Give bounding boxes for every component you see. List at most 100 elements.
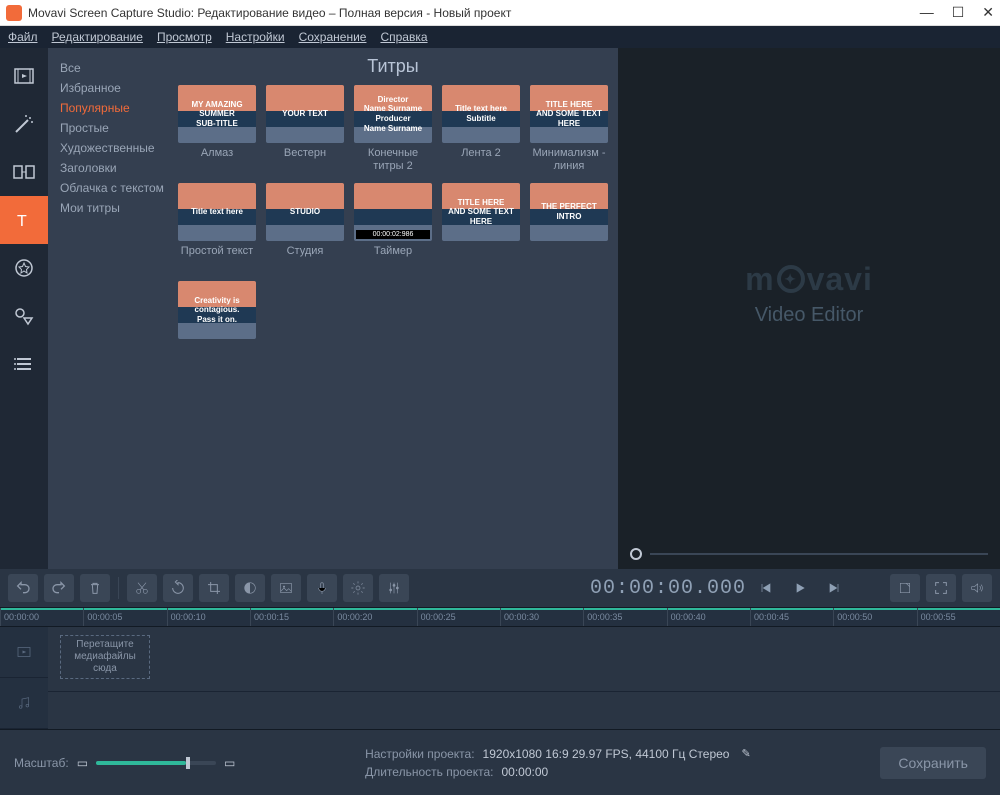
menu-file[interactable]: Файл xyxy=(8,30,38,44)
title-thumbnail[interactable]: STUDIOСтудия xyxy=(266,183,344,271)
ruler-tick[interactable]: 00:00:15 xyxy=(250,608,333,626)
title-thumbnail[interactable]: Title text hereSubtitleЛента 2 xyxy=(442,85,520,173)
timecode-display: 00:00:00.000 xyxy=(590,577,746,600)
project-settings-value: 1920x1080 16:9 29.97 FPS, 44100 Гц Стере… xyxy=(483,747,730,761)
scrub-bar[interactable] xyxy=(618,539,1000,569)
project-settings-label: Настройки проекта: xyxy=(365,747,474,761)
shapes-icon xyxy=(12,304,36,328)
tool-rail: T xyxy=(0,48,48,569)
ruler-tick[interactable]: 00:00:50 xyxy=(833,608,916,626)
menu-settings[interactable]: Настройки xyxy=(226,30,285,44)
gallery-heading: Титры xyxy=(168,48,618,81)
playhead-dot[interactable] xyxy=(630,548,642,560)
preview-stage: m✦vavi Video Editor xyxy=(618,48,1000,539)
window-title: Movavi Screen Capture Studio: Редактиров… xyxy=(28,6,511,20)
menu-help[interactable]: Справка xyxy=(380,30,427,44)
ruler-tick[interactable]: 00:00:05 xyxy=(83,608,166,626)
cut-button[interactable] xyxy=(127,574,157,602)
title-thumbnail[interactable]: TITLE HEREAND SOME TEXT HERE xyxy=(442,183,520,271)
menu-view[interactable]: Просмотр xyxy=(157,30,212,44)
ruler-tick[interactable]: 00:00:25 xyxy=(417,608,500,626)
next-frame-button[interactable] xyxy=(820,575,848,601)
crop-button[interactable] xyxy=(199,574,229,602)
category-item[interactable]: Заголовки xyxy=(60,158,168,178)
category-item[interactable]: Все xyxy=(60,58,168,78)
timeline-ruler[interactable]: 00:00:0000:00:0500:00:1000:00:1500:00:20… xyxy=(0,607,1000,627)
category-item[interactable]: Простые xyxy=(60,118,168,138)
thumb-overlay-text: YOUR TEXT xyxy=(266,85,344,143)
volume-button[interactable] xyxy=(962,574,992,602)
menu-save[interactable]: Сохранение xyxy=(299,30,367,44)
thumb-overlay-text: TITLE HEREAND SOME TEXT HERE xyxy=(530,85,608,143)
zoom-out-icon[interactable]: ▭ xyxy=(77,756,88,770)
separator xyxy=(118,577,119,599)
dropzone[interactable]: Перетащите медиафайлы сюда xyxy=(60,635,150,679)
window-controls: — ☐ ✕ xyxy=(920,4,994,21)
audio-track-header[interactable] xyxy=(0,678,48,729)
menu-edit[interactable]: Редактирование xyxy=(52,30,143,44)
export-button[interactable] xyxy=(890,574,920,602)
prev-frame-button[interactable] xyxy=(752,575,780,601)
category-list: ВсеИзбранноеПопулярныеПростыеХудожествен… xyxy=(48,48,168,569)
thumb-caption: Конечные титры 2 xyxy=(354,147,432,173)
gear-button[interactable] xyxy=(343,574,373,602)
ruler-tick[interactable]: 00:00:00 xyxy=(0,608,83,626)
color-button[interactable] xyxy=(235,574,265,602)
edit-settings-icon[interactable]: ✎ xyxy=(741,747,750,761)
rail-media[interactable] xyxy=(0,52,48,100)
ruler-tick[interactable]: 00:00:55 xyxy=(917,608,1000,626)
scrub-track[interactable] xyxy=(650,553,988,555)
maximize-button[interactable]: ☐ xyxy=(952,4,965,21)
ruler-tick[interactable]: 00:00:30 xyxy=(500,608,583,626)
zoom-in-icon[interactable]: ▭ xyxy=(224,756,235,770)
rail-effects[interactable] xyxy=(0,100,48,148)
title-thumbnail[interactable]: 00:00:02:986Таймер xyxy=(354,183,432,271)
fullscreen-button[interactable] xyxy=(926,574,956,602)
delete-button[interactable] xyxy=(80,574,110,602)
title-thumbnail[interactable]: TITLE HEREAND SOME TEXT HEREМинимализм -… xyxy=(530,85,608,173)
ruler-tick[interactable]: 00:00:45 xyxy=(750,608,833,626)
play-button[interactable] xyxy=(786,575,814,601)
category-item[interactable]: Облачка с текстом xyxy=(60,178,168,198)
title-thumbnail[interactable]: THE PERFECT INTRO xyxy=(530,183,608,271)
minimize-button[interactable]: — xyxy=(920,4,934,21)
stickers-icon xyxy=(12,256,36,280)
track-headers xyxy=(0,627,48,729)
title-thumbnail[interactable]: Title text hereПростой текст xyxy=(178,183,256,271)
title-thumbnail[interactable]: MY AMAZING SUMMERSUB-TITLEАлмаз xyxy=(178,85,256,173)
mixer-button[interactable] xyxy=(379,574,409,602)
rail-stickers[interactable] xyxy=(0,244,48,292)
ruler-tick[interactable]: 00:00:40 xyxy=(667,608,750,626)
zoom-slider[interactable] xyxy=(96,761,216,765)
ruler-tick[interactable]: 00:00:10 xyxy=(167,608,250,626)
undo-button[interactable] xyxy=(8,574,38,602)
thumb-caption: Алмаз xyxy=(201,147,233,173)
category-item[interactable]: Популярные xyxy=(60,98,168,118)
track-body[interactable]: Перетащите медиафайлы сюда xyxy=(48,627,1000,729)
rail-more[interactable] xyxy=(0,340,48,388)
edit-toolbar: 00:00:00.000 xyxy=(0,569,1000,607)
rotate-button[interactable] xyxy=(163,574,193,602)
media-icon xyxy=(12,64,36,88)
track-divider xyxy=(48,691,1000,692)
title-thumbnail[interactable]: YOUR TEXTВестерн xyxy=(266,85,344,173)
close-button[interactable]: ✕ xyxy=(982,4,994,21)
rail-titles[interactable]: T xyxy=(0,196,48,244)
rail-transitions[interactable] xyxy=(0,148,48,196)
thumb-overlay-text: DirectorName SurnameProducerName Surname xyxy=(354,85,432,143)
category-item[interactable]: Избранное xyxy=(60,78,168,98)
ruler-tick[interactable]: 00:00:20 xyxy=(333,608,416,626)
timeline-tracks: Перетащите медиафайлы сюда xyxy=(0,627,1000,729)
redo-button[interactable] xyxy=(44,574,74,602)
title-thumbnail[interactable]: Creativity is contagious.Pass it on. xyxy=(178,281,256,369)
ruler-tick[interactable]: 00:00:35 xyxy=(583,608,666,626)
category-item[interactable]: Художественные xyxy=(60,138,168,158)
image-button[interactable] xyxy=(271,574,301,602)
save-button[interactable]: Сохранить xyxy=(880,747,986,779)
mic-button[interactable] xyxy=(307,574,337,602)
logo-o-icon: ✦ xyxy=(777,265,805,293)
zoom-label: Масштаб: xyxy=(14,756,69,770)
title-thumbnail[interactable]: DirectorName SurnameProducerName Surname… xyxy=(354,85,432,173)
category-item[interactable]: Мои титры xyxy=(60,198,168,218)
rail-shapes[interactable] xyxy=(0,292,48,340)
